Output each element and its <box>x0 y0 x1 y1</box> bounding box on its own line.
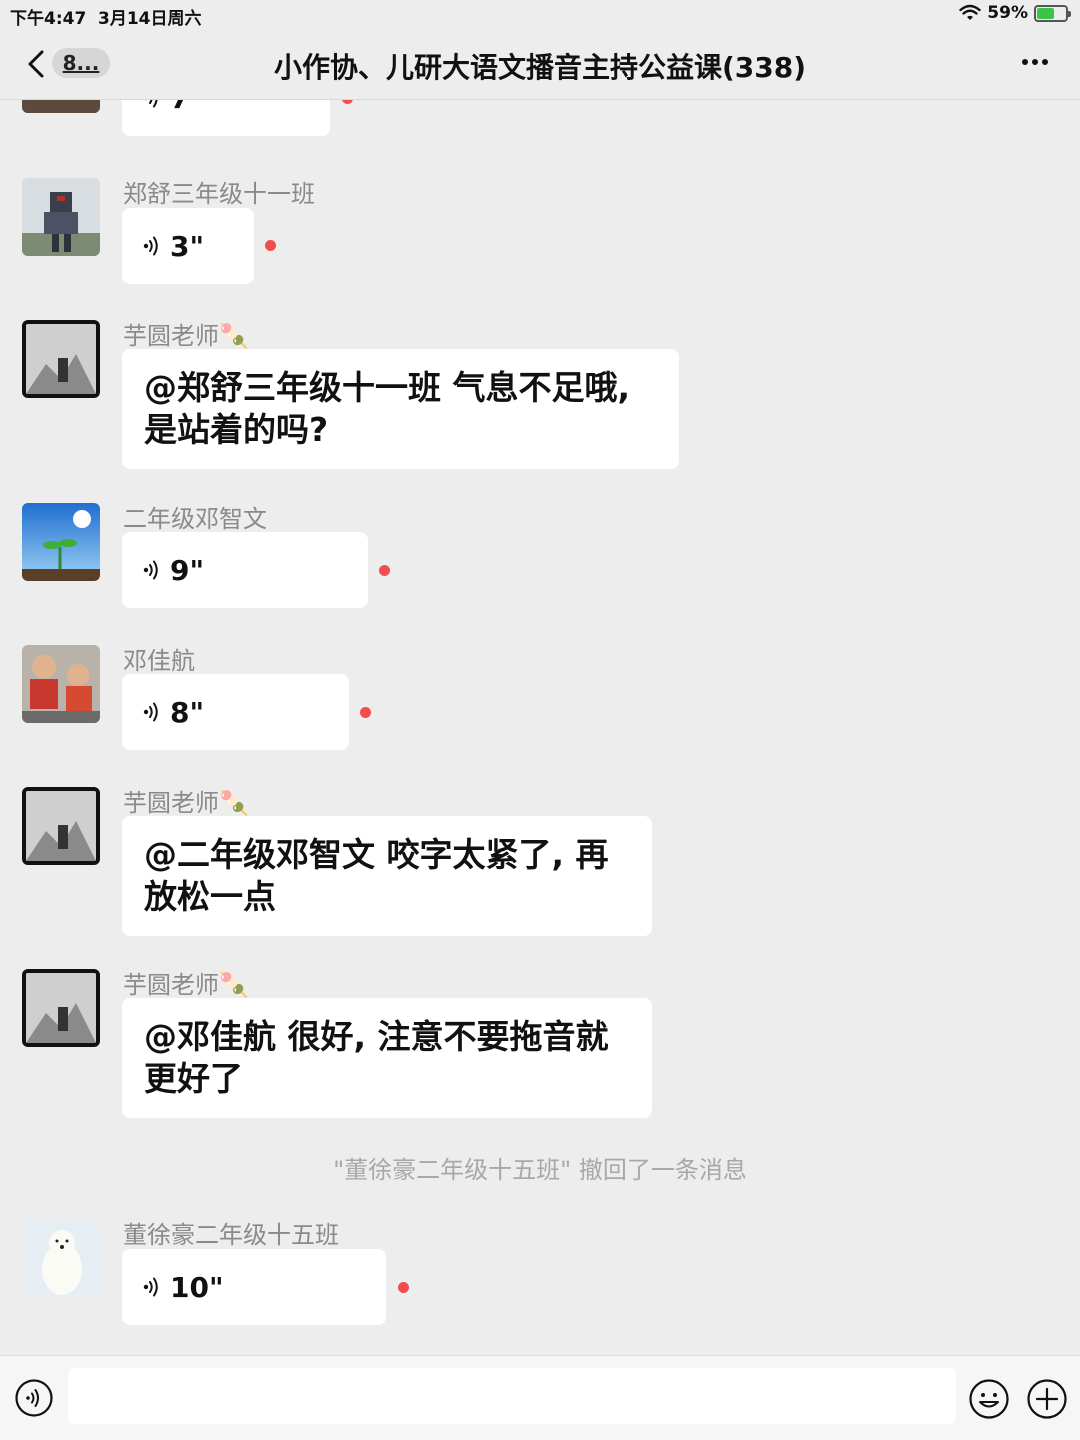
battery-percent: 59% <box>987 3 1028 23</box>
sender-name: 芋圆老师🍡 <box>123 783 249 818</box>
chat-title: 小作协、儿研大语文播音主持公益课(338) <box>273 51 807 84</box>
message-line: 更好了 <box>144 1059 243 1098</box>
text-bubble[interactable]: @邓佳航 很好, 注意不要拖音就 更好了 <box>122 998 652 1118</box>
sender-name-text: 芋圆老师 <box>123 322 219 350</box>
nav-bar: 8... 小作协、儿研大语文播音主持公益课(338) <box>0 28 1080 100</box>
sender-avatar[interactable] <box>22 787 100 865</box>
sender-avatar[interactable] <box>22 503 100 581</box>
sender-name: 芋圆老师🍡 <box>123 316 249 351</box>
recall-notice: "董徐豪二年级十五班" 撤回了一条消息 <box>333 1156 747 1184</box>
voice-duration: 3" <box>170 229 205 263</box>
voice-wave-icon <box>143 702 158 722</box>
message-line: @郑舒三年级十一班 气息不足哦, <box>144 368 631 407</box>
sender-emoji: 🍡 <box>219 322 249 350</box>
sender-emoji: 🍡 <box>219 971 249 999</box>
sender-name-text: 芋圆老师 <box>123 971 219 999</box>
message-input[interactable] <box>68 1368 956 1424</box>
emoji-icon[interactable] <box>968 1378 1010 1420</box>
sender-name: 董徐豪二年级十五班 <box>123 1221 339 1249</box>
status-time: 下午4:47 <box>10 9 87 29</box>
voice-input-icon[interactable] <box>14 1378 54 1418</box>
voice-bubble[interactable]: 7" <box>122 100 330 136</box>
voice-wave-icon <box>143 236 158 256</box>
sender-avatar[interactable] <box>22 320 100 398</box>
sender-avatar[interactable] <box>22 645 100 723</box>
sender-emoji: 🍡 <box>219 789 249 817</box>
sender-avatar[interactable] <box>22 178 100 256</box>
voice-duration: 7" <box>170 100 204 115</box>
voice-bubble[interactable]: 9" <box>122 532 368 608</box>
unread-dot <box>360 707 371 718</box>
chat-list[interactable]: 7" 郑舒三年级十一班 3" 芋圆老师🍡 <box>0 100 1080 1355</box>
sender-name: 二年级邓智文 <box>123 505 267 533</box>
text-bubble[interactable]: @二年级邓智文 咬字太紧了, 再 放松一点 <box>122 816 652 936</box>
voice-wave-icon <box>143 560 158 580</box>
voice-duration: 8" <box>170 695 205 729</box>
status-date: 3月14日周六 <box>98 9 202 29</box>
battery-icon <box>1034 4 1071 22</box>
message-line: @二年级邓智文 咬字太紧了, 再 <box>144 835 609 874</box>
voice-wave-icon <box>143 1277 158 1297</box>
voice-bubble[interactable]: 8" <box>122 674 349 750</box>
sender-name: 芋圆老师🍡 <box>123 965 249 1000</box>
wifi-icon <box>959 4 981 20</box>
message-line: 是站着的吗? <box>144 410 329 449</box>
unread-dot <box>265 240 276 251</box>
voice-duration: 9" <box>170 553 205 587</box>
unread-dot <box>379 565 390 576</box>
text-bubble[interactable]: @郑舒三年级十一班 气息不足哦, 是站着的吗? <box>122 349 679 469</box>
voice-bubble[interactable]: 3" <box>122 208 254 284</box>
sender-name: 郑舒三年级十一班 <box>123 180 315 208</box>
sender-name-text: 芋圆老师 <box>123 789 219 817</box>
voice-wave-icon <box>145 100 158 108</box>
message-line: 放松一点 <box>144 877 276 916</box>
voice-bubble[interactable]: 10" <box>122 1249 386 1325</box>
input-bar <box>0 1355 1080 1440</box>
more-options-icon[interactable] <box>1020 52 1050 72</box>
unread-dot <box>342 100 353 104</box>
sender-avatar[interactable] <box>22 100 100 113</box>
voice-duration: 10" <box>170 1270 224 1304</box>
message-line: @邓佳航 很好, 注意不要拖音就 <box>144 1017 609 1056</box>
unread-dot <box>398 1282 409 1293</box>
add-more-icon[interactable] <box>1026 1378 1068 1420</box>
sender-avatar[interactable] <box>22 1219 100 1297</box>
status-right: 59% <box>959 3 1071 23</box>
status-bar: 下午4:47 3月14日周六 59% <box>0 0 1080 29</box>
sender-avatar[interactable] <box>22 969 100 1047</box>
sender-name: 邓佳航 <box>123 647 195 675</box>
